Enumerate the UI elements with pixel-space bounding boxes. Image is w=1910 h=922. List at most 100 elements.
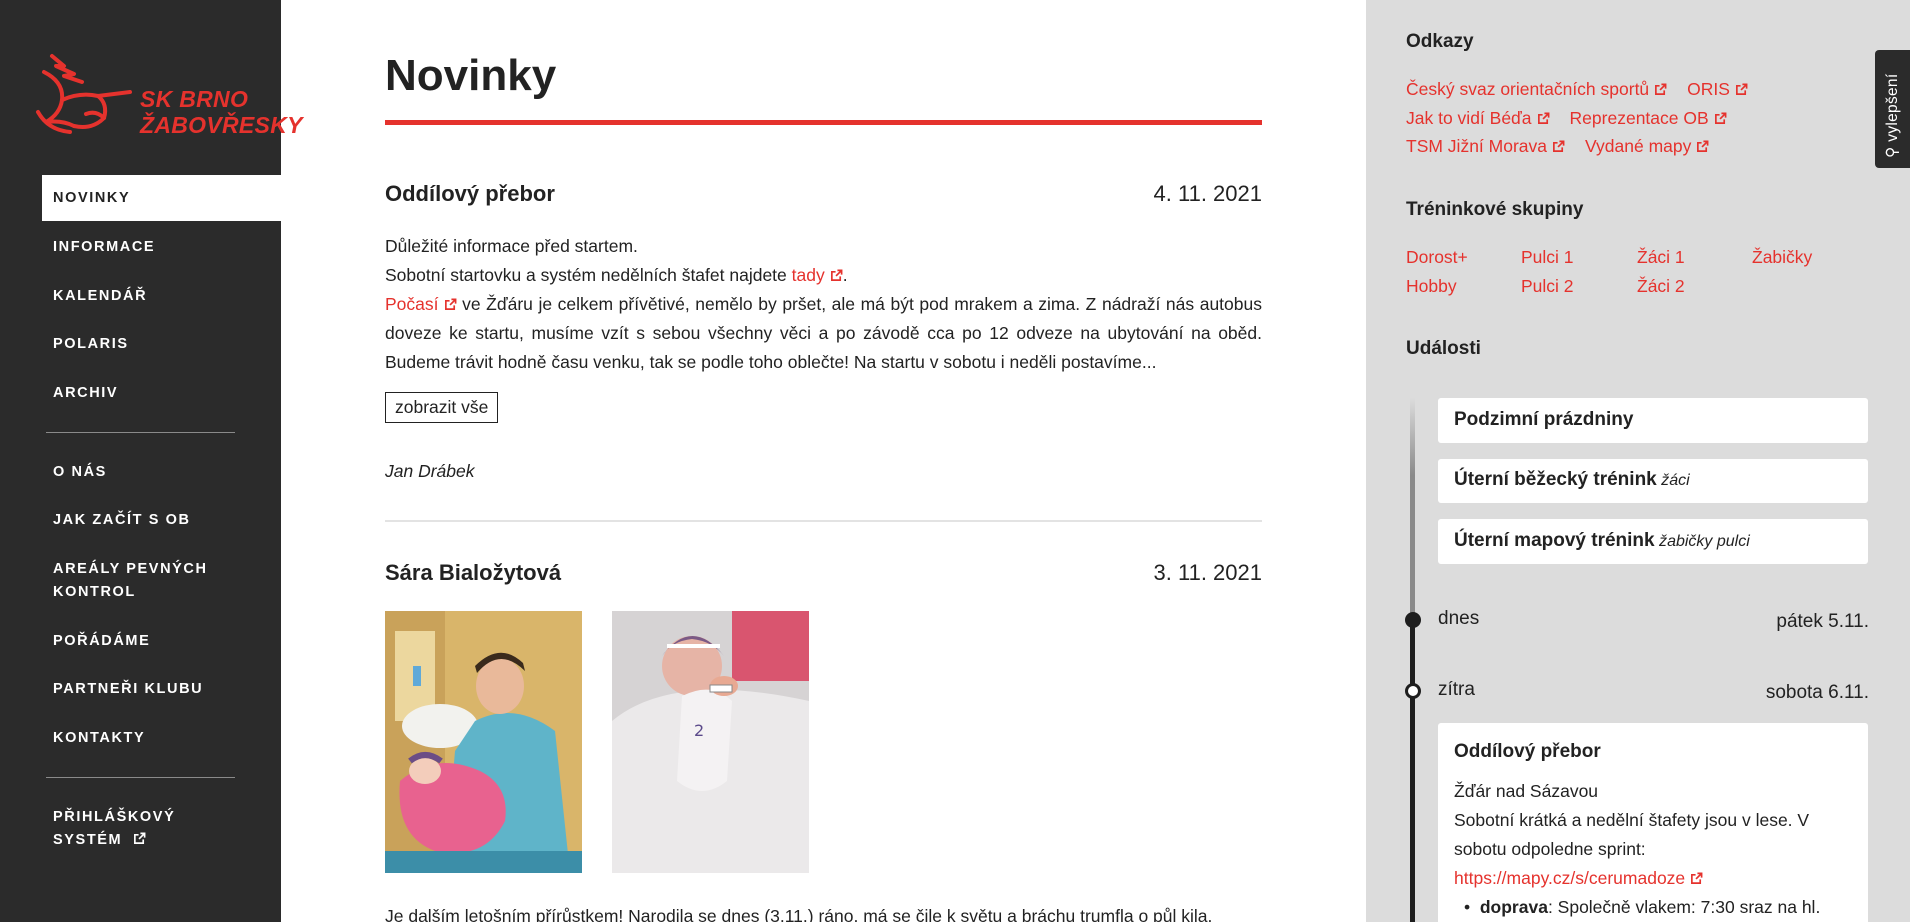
link-label: Jak to vidí Béďa (1406, 108, 1532, 128)
nav-item-arealy[interactable]: AREÁLY PEVNÝCH KONTROL (42, 558, 281, 604)
timeline-future (1410, 620, 1415, 922)
external-link-icon (1735, 83, 1748, 95)
day-label: dnes (1438, 608, 1480, 629)
post-line: Důležité informace před startem. (385, 236, 638, 256)
bullet-icon: • (1464, 897, 1480, 917)
pocasi-link[interactable]: Počasí (385, 294, 457, 314)
title-underline (385, 120, 1262, 125)
post-paragraph: Počasí ve Žďáru je celkem přívětivé, nem… (385, 290, 1262, 377)
nav-item-poradame[interactable]: POŘÁDÁME (42, 630, 281, 653)
links-row: TSM Jižní Morava Vydané mapy (1406, 136, 1729, 157)
events-heading: Události (1406, 338, 1481, 359)
link-label: Reprezentace OB (1569, 108, 1709, 128)
link-tsm-jizni-morava[interactable]: TSM Jižní Morava (1406, 136, 1565, 156)
external-link-icon (133, 832, 146, 844)
link-label: Český svaz orientačních sportů (1406, 79, 1650, 99)
event-title: Oddílový přebor (1454, 741, 1601, 762)
nav-item-polaris[interactable]: POLARIS (42, 333, 281, 356)
nav-item-arealy-line2: KONTROL (53, 584, 136, 600)
nav-item-prihlaskovy-line1: PŘIHLÁŠKOVÝ (53, 809, 176, 825)
link-reprezentace-ob[interactable]: Reprezentace OB (1570, 108, 1727, 128)
nav-item-archiv[interactable]: ARCHIV (42, 382, 281, 405)
post-excerpt: Je dalším letošním přírůstkem! Narodila … (385, 906, 1213, 922)
post-excerpt: Důležité informace před startem. Sobotní… (385, 232, 1262, 377)
post-author: Jan Drábek (385, 461, 475, 481)
event-groups: žabičky pulci (1659, 533, 1750, 550)
nav-item-novinky[interactable]: NOVINKY (42, 175, 281, 221)
logo-line-1: SK BRNO (140, 86, 249, 112)
external-link-icon (830, 269, 843, 281)
nav-item-informace[interactable]: INFORMACE (42, 236, 281, 259)
event-bullet: • doprava: Společně vlakem: 7:30 sraz na… (1454, 893, 1852, 922)
event-description: Sobotní krátká a nedělní štafety jsou v … (1454, 810, 1810, 859)
group-link[interactable]: Žabičky (1752, 247, 1812, 268)
external-link-icon (1697, 140, 1709, 152)
group-link[interactable]: Dorost+ (1406, 247, 1468, 268)
group-link[interactable]: Pulci 2 (1521, 276, 1574, 297)
post-text: . (842, 265, 848, 285)
nav-divider (46, 432, 235, 433)
event-detail-card[interactable]: Oddílový přebor Žďár nad Sázavou Sobotní… (1438, 723, 1868, 922)
nav-item-prihlaskovy-line2: SYSTÉM (53, 832, 123, 848)
links-row: Český svaz orientačních sportů ORIS (1406, 79, 1768, 100)
pocasi-link-label: Počasí (385, 294, 439, 314)
bullet-text: : Společně vlakem: 7:30 sraz na hl. (1547, 897, 1821, 917)
post-line: Sobotní startovku a systém nedělních šta… (385, 261, 1262, 290)
nav-divider (46, 777, 235, 778)
event-map-link[interactable]: https://mapy.cz/s/cerumadoze (1454, 864, 1852, 893)
tady-link-label: tady (791, 265, 825, 285)
link-oris[interactable]: ORIS (1687, 79, 1748, 99)
timeline-past (1410, 398, 1415, 620)
feedback-tab[interactable]: ⚲ vylepšení (1875, 50, 1910, 168)
link-label: ORIS (1687, 79, 1730, 99)
post-date: 4. 11. 2021 (1153, 181, 1262, 206)
event-place: Žďár nad Sázavou (1454, 781, 1599, 801)
club-logo-text[interactable]: SK BRNO ŽABOVŘESKY (140, 86, 303, 138)
sidebar: SK BRNO ŽABOVŘESKY NOVINKY INFORMACE KAL… (0, 0, 302, 922)
group-link[interactable]: Hobby (1406, 276, 1457, 297)
link-label: Vydané mapy (1585, 136, 1692, 156)
right-panel: Odkazy Český svaz orientačních sportů ORI… (1366, 0, 1910, 922)
day-label: zítra (1438, 679, 1475, 700)
show-all-button[interactable]: zobrazit vše (385, 392, 499, 423)
feedback-text: vylepšení (1884, 73, 1901, 142)
event-card[interactable]: Úterní mapový trénink žabičky pulci (1438, 519, 1868, 564)
nav-item-prihlaskovy-system[interactable]: PŘIHLÁŠKOVÝ SYSTÉM (42, 806, 281, 852)
post-title[interactable]: Oddílový přebor (385, 181, 555, 207)
post-text: Sobotní startovku a systém nedělních šta… (385, 265, 792, 285)
external-link-icon (1691, 872, 1703, 884)
external-link-icon (1655, 83, 1667, 95)
day-date: sobota 6.11. (1765, 682, 1869, 703)
external-link-icon (1714, 112, 1727, 124)
page-title: Novinky (385, 51, 557, 100)
nav-item-kalendar[interactable]: KALENDÁŘ (42, 285, 281, 308)
post-text: ve Žďáru je celkem přívětivé, nemělo by … (385, 294, 1262, 372)
groups-heading: Tréninkové skupiny (1406, 199, 1584, 220)
link-csos[interactable]: Český svaz orientačních sportů (1406, 79, 1667, 99)
post-photo[interactable] (385, 611, 582, 873)
post-date: 3. 11. 2021 (1153, 560, 1262, 585)
timeline-dot-today (1405, 612, 1421, 628)
link-label: TSM Jižní Morava (1406, 136, 1547, 156)
group-link[interactable]: Žáci 1 (1637, 247, 1685, 268)
event-card[interactable]: Podzimní prázdniny (1438, 398, 1868, 443)
svg-text:2: 2 (694, 721, 704, 740)
post-photo[interactable]: 2 (612, 611, 809, 873)
link-vydane-mapy[interactable]: Vydané mapy (1585, 136, 1709, 156)
event-card[interactable]: Úterní běžecký trénink žáci (1438, 459, 1868, 503)
nav-item-jak-zacit[interactable]: JAK ZAČÍT S OB (42, 509, 281, 532)
tady-link[interactable]: tady (792, 265, 843, 285)
nav-item-kontakty[interactable]: KONTAKTY (42, 727, 281, 750)
nav-item-arealy-line1: AREÁLY PEVNÝCH (53, 561, 208, 577)
post-divider (385, 520, 1262, 522)
link-jak-to-vidi-beda[interactable]: Jak to vidí Béďa (1406, 108, 1550, 128)
group-link[interactable]: Žáci 2 (1637, 276, 1685, 297)
day-date: pátek 5.11. (1776, 611, 1869, 632)
event-groups: žáci (1661, 472, 1690, 489)
links-row: Jak to vidí Béďa Reprezentace OB (1406, 108, 1747, 129)
bulb-icon: ⚲ (1884, 146, 1901, 158)
nav-item-o-nas[interactable]: O NÁS (42, 461, 281, 484)
nav-item-partneri[interactable]: PARTNEŘI KLUBU (42, 678, 281, 701)
group-link[interactable]: Pulci 1 (1521, 247, 1574, 268)
post-title[interactable]: Sára Bialožytová (385, 560, 561, 586)
